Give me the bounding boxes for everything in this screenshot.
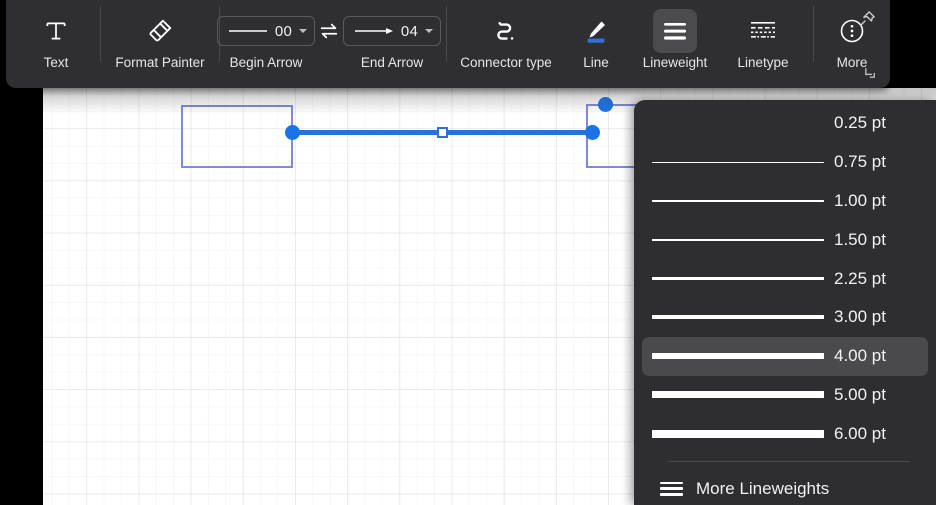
toolbar-group-end-arrow: 04 End Arrow xyxy=(342,0,442,88)
lineweight-dropdown-panel: 0.25 pt 0.75 pt 1.00 pt 1.50 pt 2.25 pt 3.00 … xyxy=(634,100,936,505)
toolbar-label-line: Line xyxy=(583,55,609,70)
linetype-dashes-icon xyxy=(741,9,785,53)
toolbar-group-begin-arrow: 00 Begin Arrow xyxy=(216,0,316,88)
toolbar-item-line[interactable]: Line xyxy=(565,0,627,88)
expand-toolbar-button[interactable] xyxy=(860,62,880,82)
lineweight-option-label: 2.25 pt xyxy=(834,268,886,288)
lineweight-preview-line xyxy=(652,200,824,202)
toolbar-label-lineweight: Lineweight xyxy=(642,55,708,70)
lineweight-preview xyxy=(642,259,834,298)
toolbar-label-connector-type: Connector type xyxy=(460,55,552,70)
lineweight-preview-line xyxy=(652,238,824,241)
lineweight-option-label: 0.25 pt xyxy=(834,113,886,133)
toolbar-item-format-painter[interactable]: Format Painter xyxy=(101,0,219,88)
lineweight-preview-line xyxy=(652,315,824,320)
lineweight-option[interactable]: 1.00 pt xyxy=(642,182,928,221)
toolbar-label-begin-arrow: Begin Arrow xyxy=(229,55,303,70)
lineweight-option[interactable]: 1.50 pt xyxy=(642,220,928,259)
app-root: Text Format Painter 00 Begin Arrow 04 En… xyxy=(0,0,936,505)
more-lineweights-label: More Lineweights xyxy=(696,479,830,499)
lineweight-preview-line xyxy=(652,353,824,359)
connector-type-icon xyxy=(484,9,528,53)
toolbar-item-lineweight[interactable]: Lineweight xyxy=(627,0,723,88)
rectangle-left-shape[interactable] xyxy=(181,105,293,168)
end-arrow-value: 04 xyxy=(400,22,419,40)
lineweight-preview-line xyxy=(652,277,824,281)
pushpin-icon xyxy=(860,11,875,26)
left-gutter xyxy=(0,88,43,505)
chevron-down-icon[interactable] xyxy=(425,29,434,33)
swap-arrows-button[interactable] xyxy=(312,9,346,53)
lineweight-preview-line xyxy=(652,429,824,439)
text-icon xyxy=(34,9,78,53)
lineweight-option-label: 1.50 pt xyxy=(834,229,886,249)
toolbar-label-end-arrow: End Arrow xyxy=(360,55,424,70)
toolbar-item-text[interactable]: Text xyxy=(12,0,100,88)
toolbar-label-linetype: Linetype xyxy=(737,55,789,70)
lineweight-preview xyxy=(642,414,834,453)
toolbar-item-linetype[interactable]: Linetype xyxy=(723,0,803,88)
lineweight-option[interactable]: 5.00 pt xyxy=(642,376,928,415)
format-toolbar: Text Format Painter 00 Begin Arrow 04 En… xyxy=(6,0,890,88)
begin-arrow-value: 00 xyxy=(274,22,293,40)
lineweight-preview xyxy=(642,220,834,259)
lineweight-preview xyxy=(642,298,834,337)
connector-end-handle[interactable] xyxy=(585,125,600,140)
lineweight-option-label: 0.75 pt xyxy=(834,152,886,172)
lineweight-option[interactable]: 4.00 pt xyxy=(642,336,928,376)
panel-divider xyxy=(668,461,910,463)
chevron-down-icon[interactable] xyxy=(299,29,308,33)
lineweight-preview xyxy=(642,143,834,182)
more-lineweights-item[interactable]: More Lineweights xyxy=(642,472,928,505)
lineweight-bars-icon xyxy=(660,481,683,497)
end-arrow-picker[interactable]: 04 xyxy=(342,16,442,46)
swap-arrows-icon xyxy=(320,23,338,39)
lineweight-option-label: 3.00 pt xyxy=(834,307,886,327)
pin-toolbar-button[interactable] xyxy=(854,6,880,32)
lineweight-option[interactable]: 0.25 pt xyxy=(642,104,928,143)
lineweight-preview xyxy=(642,376,834,415)
lineweight-preview-line xyxy=(652,391,824,399)
toolbar-label-text: Text xyxy=(43,55,69,70)
connector-midpoint-handle[interactable] xyxy=(437,127,448,138)
plain-line-icon xyxy=(228,30,267,32)
shape-top-handle[interactable] xyxy=(598,97,613,112)
toolbar-label-format-painter: Format Painter xyxy=(115,55,205,70)
lineweight-option[interactable]: 0.75 pt xyxy=(642,143,928,182)
connector-start-handle[interactable] xyxy=(285,125,300,140)
lineweight-preview xyxy=(642,104,834,143)
lineweight-option-label: 5.00 pt xyxy=(834,384,886,404)
lineweight-preview xyxy=(642,337,834,376)
lineweight-option[interactable]: 6.00 pt xyxy=(642,414,928,453)
lineweight-option-label: 1.00 pt xyxy=(834,190,886,210)
lineweight-option-label: 4.00 pt xyxy=(834,346,886,366)
toolbar-group-swap xyxy=(312,0,346,88)
begin-arrow-picker[interactable]: 00 xyxy=(216,16,316,46)
lineweight-preview xyxy=(642,182,834,221)
pen-line-icon xyxy=(574,9,618,53)
lineweight-bars-icon xyxy=(653,9,697,53)
lineweight-option[interactable]: 3.00 pt xyxy=(642,298,928,337)
lineweight-option-list: 0.25 pt 0.75 pt 1.00 pt 1.50 pt 2.25 pt 3.00 … xyxy=(634,104,936,453)
toolbar-item-connector-type[interactable]: Connector type xyxy=(447,0,565,88)
lineweight-option-label: 6.00 pt xyxy=(834,423,886,443)
lineweight-preview-line xyxy=(652,161,824,163)
arrow-right-line-icon xyxy=(354,28,393,34)
corner-expand-icon xyxy=(864,67,875,78)
lineweight-option[interactable]: 2.25 pt xyxy=(642,259,928,298)
format-painter-icon xyxy=(138,9,182,53)
